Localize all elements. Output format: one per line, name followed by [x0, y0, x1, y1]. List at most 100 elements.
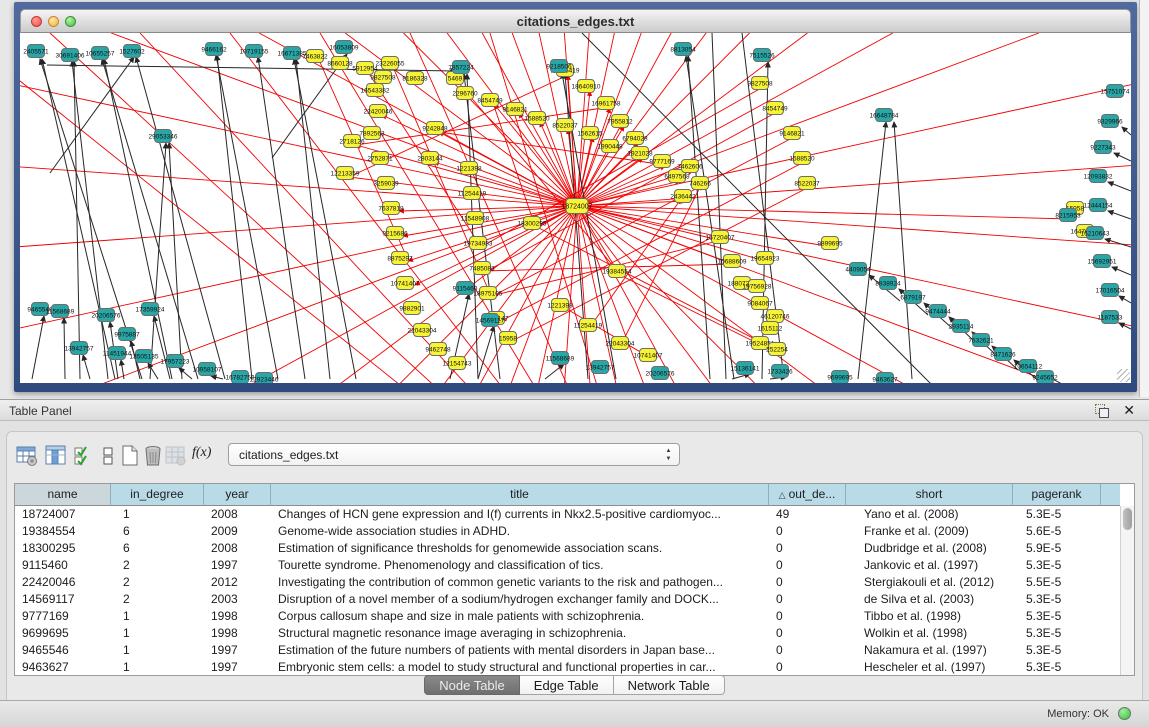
table-cell[interactable]: 1998: [204, 608, 271, 625]
table-cell[interactable]: 6: [111, 540, 204, 557]
window-titlebar[interactable]: citations_edges.txt: [20, 9, 1131, 33]
table-cell[interactable]: Stergiakouli et al. (2012): [846, 574, 1013, 591]
table-cell[interactable]: 0: [769, 625, 846, 642]
table-cell[interactable]: Hescheler et al. (1997): [846, 659, 1013, 675]
graph-edge[interactable]: [686, 56, 734, 379]
graph-edge[interactable]: [20, 206, 577, 247]
table-cell[interactable]: 5.5E-5: [1013, 574, 1101, 591]
table-row[interactable]: 2242004622012Investigating the contribut…: [15, 574, 1120, 591]
graph-edge[interactable]: [179, 368, 192, 379]
tab-edge-table[interactable]: Edge Table: [520, 675, 614, 695]
table-cell[interactable]: 2009: [204, 523, 271, 540]
table-cell[interactable]: 5.3E-5: [1013, 659, 1101, 675]
table-cell[interactable]: de Silva et al. (2003): [846, 591, 1013, 608]
show-columns-button[interactable]: [43, 443, 69, 469]
tab-network-table[interactable]: Network Table: [614, 675, 725, 695]
table-cell[interactable]: Embryonic stem cells: a model to study s…: [271, 659, 769, 675]
graph-edge[interactable]: [42, 59, 115, 379]
table-cell[interactable]: Franke et al. (2009): [846, 523, 1013, 540]
graph-edge[interactable]: [83, 355, 90, 379]
table-cell[interactable]: 0: [769, 659, 846, 675]
graph-edge[interactable]: [154, 316, 170, 379]
table-row[interactable]: 1456911722003Disruption of a novel membe…: [15, 591, 1120, 608]
table-cell[interactable]: 0: [769, 574, 846, 591]
table-cell[interactable]: 1997: [204, 659, 271, 675]
table-cell[interactable]: 2008: [204, 506, 271, 523]
table-cell[interactable]: Changes of HCN gene expression and I(f) …: [271, 506, 769, 523]
graph-edge[interactable]: [894, 122, 912, 379]
table-cell[interactable]: 2012: [204, 574, 271, 591]
table-cell[interactable]: 5.3E-5: [1013, 591, 1101, 608]
table-cell[interactable]: 5.3E-5: [1013, 642, 1101, 659]
column-header-short[interactable]: short: [846, 484, 1013, 506]
graph-edge[interactable]: [150, 143, 166, 379]
table-cell[interactable]: Disruption of a novel member of a sodium…: [271, 591, 769, 608]
table-cell[interactable]: Tourette syndrome. Phenomenology and cla…: [271, 557, 769, 574]
table-cell[interactable]: Investigating the contribution of common…: [271, 574, 769, 591]
table-cell[interactable]: 6: [111, 523, 204, 540]
table-cell[interactable]: 9463627: [15, 659, 111, 675]
table-cell[interactable]: 5.3E-5: [1013, 557, 1101, 574]
table-cell[interactable]: 19384554: [15, 523, 111, 540]
graph-edge[interactable]: [688, 56, 710, 379]
table-cell[interactable]: 1998: [204, 625, 271, 642]
table-cell[interactable]: 5.6E-5: [1013, 523, 1101, 540]
table-row[interactable]: 946362711997Embryonic stem cells: a mode…: [15, 659, 1120, 675]
graph-edge[interactable]: [211, 376, 223, 379]
table-cell[interactable]: 1997: [204, 557, 271, 574]
table-row[interactable]: 946554611997Estimation of the future num…: [15, 642, 1120, 659]
table-row[interactable]: 911546021997Tourette syndrome. Phenomeno…: [15, 557, 1120, 574]
table-cell[interactable]: 9465546: [15, 642, 111, 659]
table-cell[interactable]: 0: [769, 591, 846, 608]
table-cell[interactable]: Dudbridge et al. (2008): [846, 540, 1013, 557]
graph-edge[interactable]: [258, 57, 305, 379]
graph-edge[interactable]: [577, 206, 1131, 245]
network-canvas[interactable]: 1232541918640910169617587955812679402819…: [20, 33, 1131, 383]
table-row[interactable]: 1938455462009Genome-wide association stu…: [15, 523, 1120, 540]
table-cell[interactable]: Yano et al. (2008): [846, 506, 1013, 523]
table-row[interactable]: 1872400712008Changes of HCN gene express…: [15, 506, 1120, 523]
graph-edge[interactable]: [478, 326, 494, 379]
table-row[interactable]: 969969511998Structural magnetic resonanc…: [15, 625, 1120, 642]
table-cell[interactable]: 1: [111, 642, 204, 659]
column-header-title[interactable]: title: [271, 484, 769, 506]
table-cell[interactable]: Genome-wide association studies in ADHD.: [271, 523, 769, 540]
column-header-out_de[interactable]: △out_de...: [769, 484, 846, 506]
graph-edge[interactable]: [20, 167, 577, 206]
table-cell[interactable]: 14569117: [15, 591, 111, 608]
table-row[interactable]: 977716911998Corpus callosum shape and si…: [15, 608, 1120, 625]
graph-edge[interactable]: [1108, 211, 1131, 219]
table-cell[interactable]: 0: [769, 540, 846, 557]
network-graph[interactable]: 1232541918640910169617587955812679402819…: [20, 33, 1131, 383]
table-cell[interactable]: Estimation of the future numbers of pati…: [271, 642, 769, 659]
table-cell[interactable]: 2003: [204, 591, 271, 608]
table-cell[interactable]: Tibbo et al. (1998): [846, 608, 1013, 625]
table-cell[interactable]: 0: [769, 523, 846, 540]
scrollbar-thumb[interactable]: [1123, 508, 1132, 530]
table-row[interactable]: 1830029562008Estimation of significance …: [15, 540, 1120, 557]
table-cell[interactable]: Structural magnetic resonance image aver…: [271, 625, 769, 642]
table-cell[interactable]: 2: [111, 574, 204, 591]
table-cell[interactable]: 1: [111, 506, 204, 523]
table-settings-button[interactable]: [14, 443, 40, 469]
table-cell[interactable]: Corpus callosum shape and size in male p…: [271, 608, 769, 625]
table-cell[interactable]: 9699695: [15, 625, 111, 642]
table-cell[interactable]: 18724007: [15, 506, 111, 523]
table-scrollbar[interactable]: [1120, 506, 1134, 675]
table-cell[interactable]: 18300295: [15, 540, 111, 557]
column-header-in_degree[interactable]: in_degree: [111, 484, 204, 506]
table-cell[interactable]: 49: [769, 506, 846, 523]
graph-edge[interactable]: [404, 33, 577, 206]
table-cell[interactable]: 5.3E-5: [1013, 608, 1101, 625]
graph-edge[interactable]: [1119, 296, 1131, 303]
graph-edge[interactable]: [1108, 182, 1131, 191]
table-cell[interactable]: 9777169: [15, 608, 111, 625]
float-panel-icon[interactable]: [1095, 404, 1109, 417]
column-header-pagerank[interactable]: pagerank: [1013, 484, 1101, 506]
graph-edge[interactable]: [712, 33, 726, 379]
graph-edge[interactable]: [148, 363, 158, 379]
graph-edge[interactable]: [410, 33, 660, 383]
table-cell[interactable]: 2008: [204, 540, 271, 557]
table-cell[interactable]: 5.3E-5: [1013, 625, 1101, 642]
table-cell[interactable]: 5.3E-5: [1013, 506, 1101, 523]
